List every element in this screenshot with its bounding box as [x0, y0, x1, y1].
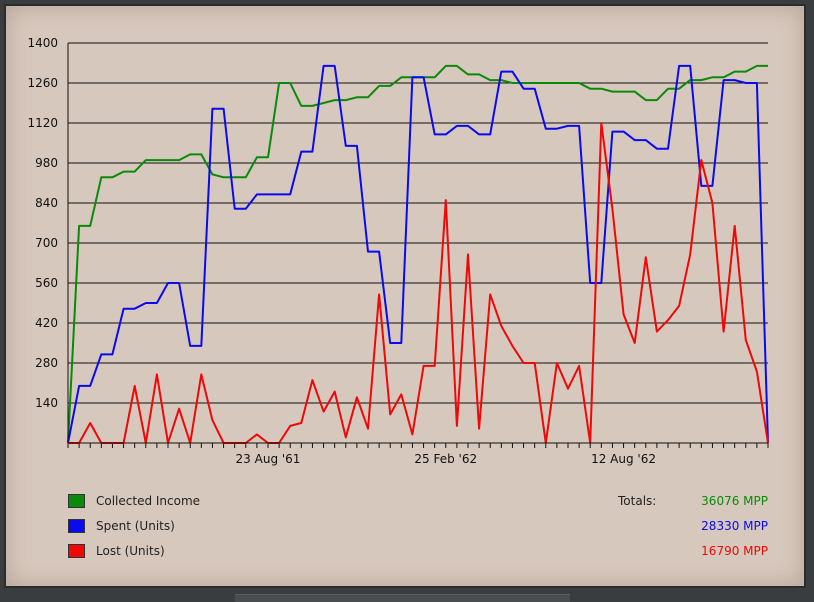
y-tick-label-700: 700 — [35, 236, 58, 250]
legend-swatch-lost — [68, 544, 85, 558]
legend-swatch-collected-income — [68, 494, 85, 508]
y-tick-label-280: 280 — [35, 356, 58, 370]
totals-label: Totals: — [618, 494, 657, 508]
y-tick-label-1400: 1400 — [27, 36, 58, 50]
y-tick-label-420: 420 — [35, 316, 58, 330]
series-line-spent-units — [67, 64, 769, 444]
x-tick-label: 12 Aug '62 — [591, 452, 656, 466]
y-tick-label-1260: 1260 — [27, 76, 58, 90]
total-lost: 16790 MPP — [701, 544, 768, 558]
y-tick-label-840: 840 — [35, 196, 58, 210]
series-lines — [67, 64, 769, 444]
legend-swatch-spent — [68, 519, 85, 533]
legend-label-lost: Lost (Units) — [96, 544, 165, 558]
y-tick-label-140: 140 — [35, 396, 58, 410]
y-tick-label-980: 980 — [35, 156, 58, 170]
x-tick-label: 25 Feb '62 — [414, 452, 477, 466]
x-tick-label: 23 Aug '61 — [236, 452, 301, 466]
line-chart: 140 280 420 560 700 840 980 1120 1260 1400 23 Aug… — [27, 36, 769, 466]
legend-label-spent: Spent (Units) — [96, 519, 175, 533]
grid-lines — [68, 42, 768, 404]
total-spent: 28330 MPP — [701, 519, 768, 533]
x-tick-labels: 23 Aug '61 25 Feb '62 12 Aug '62 — [67, 443, 769, 466]
y-tick-label-560: 560 — [35, 276, 58, 290]
total-collected-income: 36076 MPP — [701, 494, 768, 508]
series-line-collected-income — [67, 64, 768, 444]
y-tick-label-1120: 1120 — [27, 116, 58, 130]
legend-label-collected-income: Collected Income — [96, 494, 201, 508]
y-tick-labels: 140 280 420 560 700 840 980 1120 1260 1400 — [27, 36, 58, 410]
